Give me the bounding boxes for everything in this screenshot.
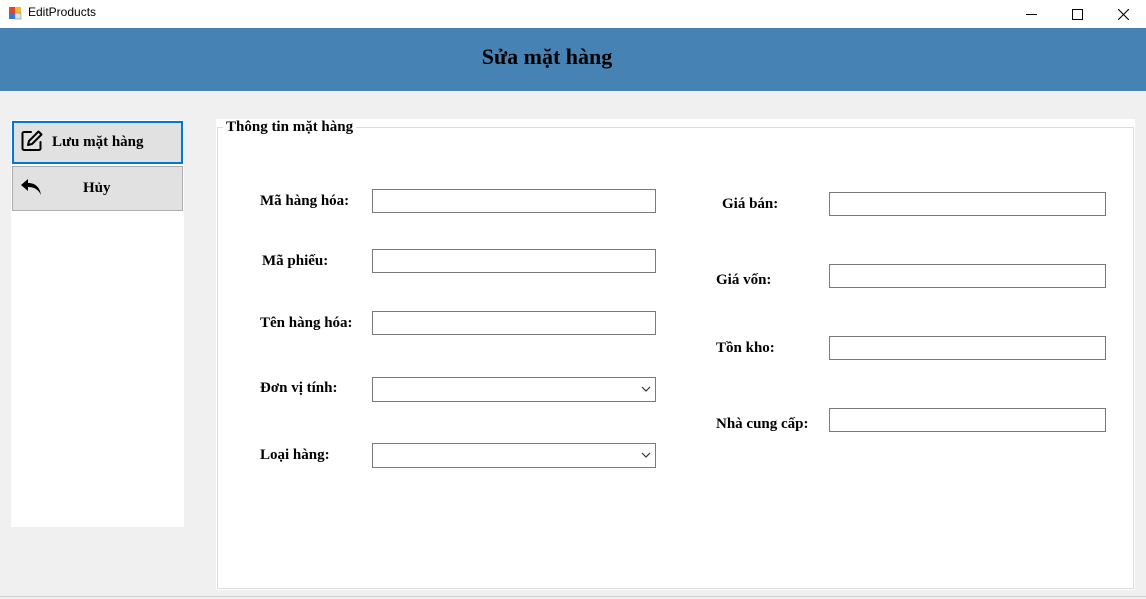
save-product-button[interactable]: Lưu mặt hàng: [12, 121, 183, 164]
cancel-label: Hủy: [83, 180, 111, 196]
stock-label: Tồn kho:: [716, 340, 775, 356]
close-button[interactable]: [1100, 0, 1146, 28]
receipt-code-input[interactable]: [372, 249, 656, 273]
window-bottom-edge: [0, 590, 1146, 599]
chevron-down-icon: [641, 386, 651, 392]
supplier-input[interactable]: [829, 408, 1106, 432]
maximize-button[interactable]: [1054, 0, 1100, 28]
category-label: Loại hàng:: [260, 447, 330, 463]
sale-price-input[interactable]: [829, 192, 1106, 216]
product-code-label: Mã hàng hóa:: [260, 193, 350, 209]
stock-input[interactable]: [829, 336, 1106, 360]
page-title: Sửa mặt hàng: [481, 44, 613, 69]
supplier-label: Nhà cung cấp:: [716, 416, 809, 432]
edit-icon: [21, 130, 43, 151]
cancel-button[interactable]: Hủy: [12, 166, 183, 211]
unit-select[interactable]: [372, 377, 656, 402]
product-name-input[interactable]: [372, 311, 656, 335]
category-select[interactable]: [372, 443, 656, 468]
group-legend: Thông tin mặt hàng: [223, 119, 357, 136]
close-icon: [1117, 8, 1129, 20]
title-bar: EditProducts: [0, 0, 1146, 28]
window-bottom-line: [0, 596, 1146, 597]
maximize-icon: [1071, 8, 1083, 20]
product-code-input[interactable]: [372, 189, 656, 213]
save-product-label: Lưu mặt hàng: [52, 134, 144, 150]
window-title: EditProducts: [28, 5, 97, 19]
cost-price-label: Giá vốn:: [716, 272, 772, 288]
minimize-button[interactable]: [1008, 0, 1054, 28]
product-name-label: Tên hàng hóa:: [260, 315, 353, 331]
sale-price-label: Giá bán:: [722, 196, 779, 212]
chevron-down-icon: [641, 452, 651, 458]
app-icon: [9, 7, 22, 20]
cost-price-input[interactable]: [829, 264, 1106, 288]
unit-label: Đơn vị tính:: [260, 380, 338, 396]
minimize-icon: [1025, 13, 1037, 15]
receipt-code-label: Mã phiếu:: [262, 253, 329, 269]
undo-arrow-icon: [21, 179, 41, 195]
